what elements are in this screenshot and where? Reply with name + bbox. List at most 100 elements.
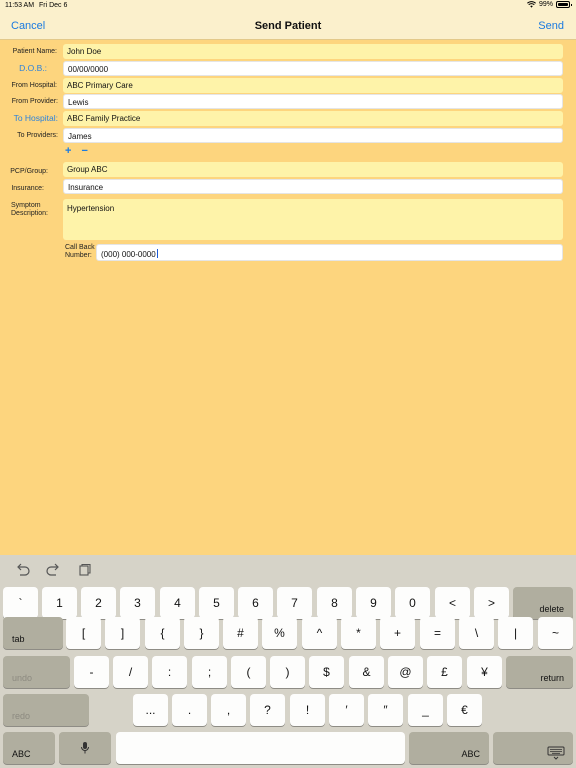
pcp-group-label: PCP/Group: [10,168,48,175]
key-plus[interactable]: + [380,617,415,649]
key-slash[interactable]: / [113,656,148,688]
patient-name-field[interactable]: John Doe [63,44,563,59]
delete-key[interactable]: delete [513,587,573,619]
key-2[interactable]: 2 [81,587,116,619]
key-left-bracket[interactable]: [ [66,617,101,649]
key-9[interactable]: 9 [356,587,391,619]
dob-field[interactable]: 00/00/0000 [63,61,563,76]
key-tilde[interactable]: ~ [538,617,573,649]
key-greater-than[interactable]: > [474,587,509,619]
key-hash[interactable]: # [223,617,258,649]
status-time: 11:53 AM [5,2,35,9]
key-underscore[interactable]: _ [408,694,443,726]
battery-percent: 99% [538,1,553,8]
key-3[interactable]: 3 [120,587,155,619]
return-key[interactable]: return [506,656,573,688]
keyboard: ` 1 2 3 4 5 6 7 8 9 0 < > delete tab [ ]… [0,555,576,768]
key-hyphen[interactable]: - [74,656,109,688]
key-period[interactable]: . [172,694,207,726]
undo-key[interactable]: undo [3,656,70,688]
undo-icon[interactable] [15,563,31,577]
callback-label: Call Back Number: [65,244,95,260]
symptom-label-line2: Description: [11,210,48,217]
callback-number-value: (000) 000-0000 [101,250,156,259]
to-providers-field[interactable]: James [63,128,563,143]
callback-number-field[interactable]: (000) 000-0000 [96,244,563,261]
redo-icon[interactable] [45,563,61,577]
send-button[interactable]: Send [538,20,564,32]
from-hospital-label: From Hospital: [11,82,57,89]
key-7[interactable]: 7 [277,587,312,619]
key-question[interactable]: ? [250,694,285,726]
key-left-paren[interactable]: ( [231,656,266,688]
key-6[interactable]: 6 [238,587,273,619]
patient-name-label: Patient Name: [12,48,57,55]
key-pound[interactable]: £ [427,656,462,688]
key-left-brace[interactable]: { [145,617,180,649]
key-yen[interactable]: ¥ [467,656,502,688]
key-equals[interactable]: = [420,617,455,649]
add-provider-button[interactable]: + [65,145,71,157]
key-right-brace[interactable]: } [184,617,219,649]
from-provider-field[interactable]: Lewis [63,94,563,109]
abc-key-right[interactable]: ABC [409,732,489,764]
key-right-bracket[interactable]: ] [105,617,140,649]
key-caret[interactable]: ^ [302,617,337,649]
space-key[interactable] [116,732,405,764]
from-provider-label: From Provider: [11,98,58,105]
keyboard-dismiss-icon [547,746,565,760]
key-1[interactable]: 1 [42,587,77,619]
key-less-than[interactable]: < [435,587,470,619]
page-title: Send Patient [254,20,322,32]
remove-provider-button[interactable]: − [81,145,87,157]
key-backtick[interactable]: ` [3,587,38,619]
key-double-prime[interactable]: ″ [368,694,403,726]
to-providers-label: To Providers: [17,132,58,139]
from-hospital-field[interactable]: ABC Primary Care [63,78,563,93]
key-comma[interactable]: , [211,694,246,726]
text-cursor [156,249,158,258]
key-colon[interactable]: : [152,656,187,688]
paste-icon[interactable] [76,563,92,577]
dictation-key[interactable] [59,732,111,764]
callback-label-line2: Number: [65,252,92,259]
key-ampersand[interactable]: & [349,656,384,688]
redo-key[interactable]: redo [3,694,89,726]
key-prime[interactable]: ′ [329,694,364,726]
key-4[interactable]: 4 [160,587,195,619]
status-right: 99% [527,1,572,8]
dob-label[interactable]: D.O.B.: [19,63,47,73]
key-backslash[interactable]: \ [459,617,494,649]
key-5[interactable]: 5 [199,587,234,619]
abc-key-left[interactable]: ABC [3,732,55,764]
battery-icon [556,1,572,8]
insurance-field[interactable]: Insurance [63,179,563,194]
key-percent[interactable]: % [262,617,297,649]
microphone-icon [81,742,89,754]
symptom-label: Symptom Description: [11,202,48,218]
to-hospital-label[interactable]: To Hospital: [14,113,58,123]
key-0[interactable]: 0 [395,587,430,619]
key-pipe[interactable]: | [498,617,533,649]
keyboard-shortcut-bar [0,555,576,584]
key-euro[interactable]: € [447,694,482,726]
key-ellipsis[interactable]: ... [133,694,168,726]
key-dollar[interactable]: $ [309,656,344,688]
navigation-bar: Cancel Send Patient Send [0,12,576,40]
status-date: Fri Dec 6 [39,2,68,9]
callback-label-line1: Call Back [65,244,95,251]
key-asterisk[interactable]: * [341,617,376,649]
key-exclamation[interactable]: ! [290,694,325,726]
dismiss-keyboard-key[interactable] [493,732,573,764]
key-8[interactable]: 8 [317,587,352,619]
status-bar: 11:53 AM Fri Dec 6 99% [0,0,576,12]
wifi-icon [527,1,536,8]
tab-key[interactable]: tab [3,617,63,649]
key-at[interactable]: @ [388,656,423,688]
key-semicolon[interactable]: ; [192,656,227,688]
to-hospital-field[interactable]: ABC Family Practice [63,111,563,126]
provider-controls: + − [65,145,88,157]
symptom-description-field[interactable]: Hypertension [63,199,563,240]
key-right-paren[interactable]: ) [270,656,305,688]
pcp-group-field[interactable]: Group ABC [63,162,563,177]
